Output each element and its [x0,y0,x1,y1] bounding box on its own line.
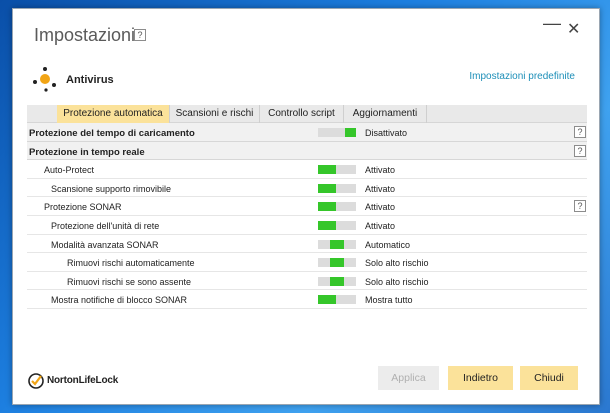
help-icon[interactable]: ? [574,126,586,138]
setting-status: Attivato [365,165,396,176]
help-icon[interactable]: ? [574,144,586,157]
apply-button[interactable]: Applica [378,366,439,390]
setting-toggle[interactable] [318,128,356,137]
tabs-bar: Protezione automatica Scansioni e rischi… [27,105,587,123]
setting-label: Modalità avanzata SONAR [51,239,159,250]
setting-label: Protezione del tempo di caricamento [29,128,195,139]
help-icon[interactable]: ? [574,200,586,213]
settings-window: Impostazioni ? — ✕ Antivirus Impostazion… [12,8,600,405]
setting-label: Protezione dell'unità di rete [51,220,160,231]
setting-row-removable-media: Scansione supporto rimovibile Attivato [27,179,587,198]
antivirus-dots-icon [33,67,56,92]
tab-scansioni-e-rischi[interactable]: Scansioni e rischi [170,105,260,123]
section-realtime-protection: Protezione in tempo reale ? [27,141,587,161]
setting-row-sonar-notifications: Mostra notifiche di blocco SONAR Mostra … [27,290,587,309]
window-title: Impostazioni [34,25,136,45]
setting-toggle[interactable] [318,220,356,230]
setting-status: Automatico [365,239,411,250]
setting-status: Solo alto rischio [365,258,429,269]
back-button[interactable]: Indietro [448,366,513,390]
close-window-button[interactable]: ✕ [567,19,580,39]
nortonlifelock-logo: NortonLifeLock [28,371,128,389]
setting-row-remove-away: Rimuovi rischi se sono assente Solo alto… [27,272,587,291]
setting-row-sonar: Protezione SONAR Attivato ? [27,197,587,216]
setting-row-load-time: Protezione del tempo di caricamento Disa… [27,123,587,142]
setting-status: Solo alto rischio [365,276,429,287]
setting-label: Auto-Protect [44,165,95,176]
settings-list: Protezione del tempo di caricamento Disa… [27,123,587,309]
setting-label: Protezione SONAR [44,202,122,213]
setting-status: Mostra tutto [365,295,413,306]
default-settings-link[interactable]: Impostazioni predefinite [469,71,575,82]
setting-label: Scansione supporto rimovibile [51,183,172,194]
setting-label: Mostra notifiche di blocco SONAR [51,295,188,306]
brand-name: NortonLifeLock [47,375,119,386]
setting-row-sonar-advanced: Modalità avanzata SONAR Automatico [27,235,587,254]
section-label: Protezione in tempo reale [29,146,145,158]
tab-controllo-script[interactable]: Controllo script [260,105,344,123]
setting-status: Disattivato [365,128,408,138]
setting-label: Rimuovi rischi automaticamente [67,258,195,269]
setting-status: Attivato [365,202,396,213]
setting-toggle[interactable] [318,202,356,212]
setting-status: Attivato [365,183,396,194]
minimize-button[interactable]: — [543,13,561,34]
setting-row-remove-auto: Rimuovi rischi automaticamente Solo alto… [27,253,587,272]
setting-toggle[interactable] [318,165,356,175]
close-button[interactable]: Chiudi [520,366,578,390]
setting-toggle[interactable] [318,276,356,286]
norton-check-icon [28,373,44,389]
tab-protezione-automatica[interactable]: Protezione automatica [57,105,170,123]
setting-toggle[interactable] [318,183,356,193]
setting-row-auto-protect: Auto-Protect Attivato [27,160,587,179]
product-name: Antivirus [66,74,114,86]
setting-toggle[interactable] [318,295,356,305]
setting-toggle[interactable] [318,239,356,249]
title-help-icon[interactable]: ? [134,29,146,41]
setting-label: Rimuovi rischi se sono assente [67,276,192,287]
setting-status: Attivato [365,220,396,231]
tab-aggiornamenti[interactable]: Aggiornamenti [344,105,427,123]
setting-toggle[interactable] [318,258,356,268]
setting-row-network-drive: Protezione dell'unità di rete Attivato [27,216,587,235]
